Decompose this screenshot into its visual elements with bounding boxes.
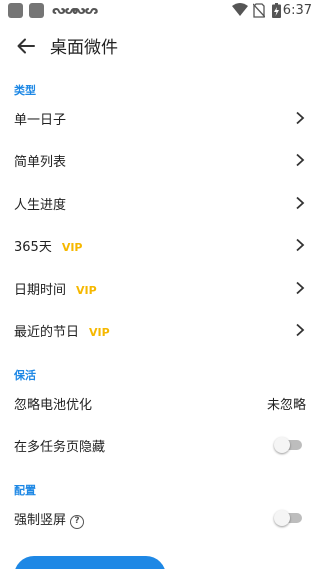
widget-type-row[interactable]: 简单列表 [0, 139, 320, 181]
chevron-right-icon [296, 153, 305, 167]
row-label: 365天 [14, 240, 52, 255]
back-button[interactable] [14, 34, 38, 58]
chevron-right-icon [296, 323, 305, 337]
widget-type-row[interactable]: 365天 VIP [0, 224, 320, 266]
widget-type-row[interactable]: 单一日子 [0, 97, 320, 139]
vip-badge: VIP [61, 241, 83, 254]
help-circle-icon[interactable]: ? [70, 515, 85, 529]
row-label: 强制竖屏 [14, 513, 67, 528]
arrow-left-icon [17, 38, 35, 54]
widget-type-row[interactable]: 人生进度 [0, 182, 320, 224]
row-label: 最近的节日 [14, 325, 80, 340]
chevron-right-icon [296, 196, 305, 210]
row-label: 日期时间 [14, 283, 67, 298]
row-label: 忽略电池优化 [14, 398, 93, 413]
battery-optimization-value: 未忽略 [266, 398, 306, 413]
hide-in-recents-row[interactable]: 在多任务页隐藏 [0, 424, 320, 466]
page-title: 桌面微件 [50, 38, 118, 58]
hide-in-recents-toggle[interactable] [274, 437, 304, 453]
section-header-type: 类型 [14, 84, 36, 97]
chevron-right-icon [296, 238, 305, 252]
force-portrait-toggle[interactable] [274, 510, 304, 526]
battery-charging-icon [272, 3, 281, 18]
widget-type-row[interactable]: 最近的节日 VIP [0, 309, 320, 351]
row-label: 简单列表 [14, 155, 67, 170]
vip-badge: VIP [89, 326, 110, 339]
section-header-keepalive: 保活 [14, 369, 36, 382]
force-portrait-row[interactable]: 强制竖屏? [0, 497, 320, 539]
status-time: 6:37 [282, 3, 312, 18]
add-widget-button[interactable] [14, 556, 166, 569]
chevron-right-icon [296, 111, 305, 125]
link-icon: ᔓᔕ [72, 3, 98, 17]
app-notification-icon [8, 3, 23, 18]
row-label: 人生进度 [14, 198, 67, 213]
row-label: 单一日子 [14, 113, 67, 128]
wifi-icon [232, 3, 248, 16]
chevron-right-icon [296, 281, 305, 295]
battery-optimization-row[interactable]: 忽略电池优化 未忽略 [0, 382, 320, 424]
vip-badge: VIP [76, 284, 97, 297]
app-bar: 桌面微件 [0, 24, 320, 66]
section-header-config: 配置 [14, 484, 36, 497]
widget-type-row[interactable]: 日期时间 VIP [0, 267, 320, 309]
row-label: 在多任务页隐藏 [14, 440, 106, 455]
app-notification-icon [29, 3, 44, 18]
no-sim-icon [253, 3, 265, 18]
status-bar: ᔓᔕ ᔓᔕ 6:37 [0, 0, 320, 24]
